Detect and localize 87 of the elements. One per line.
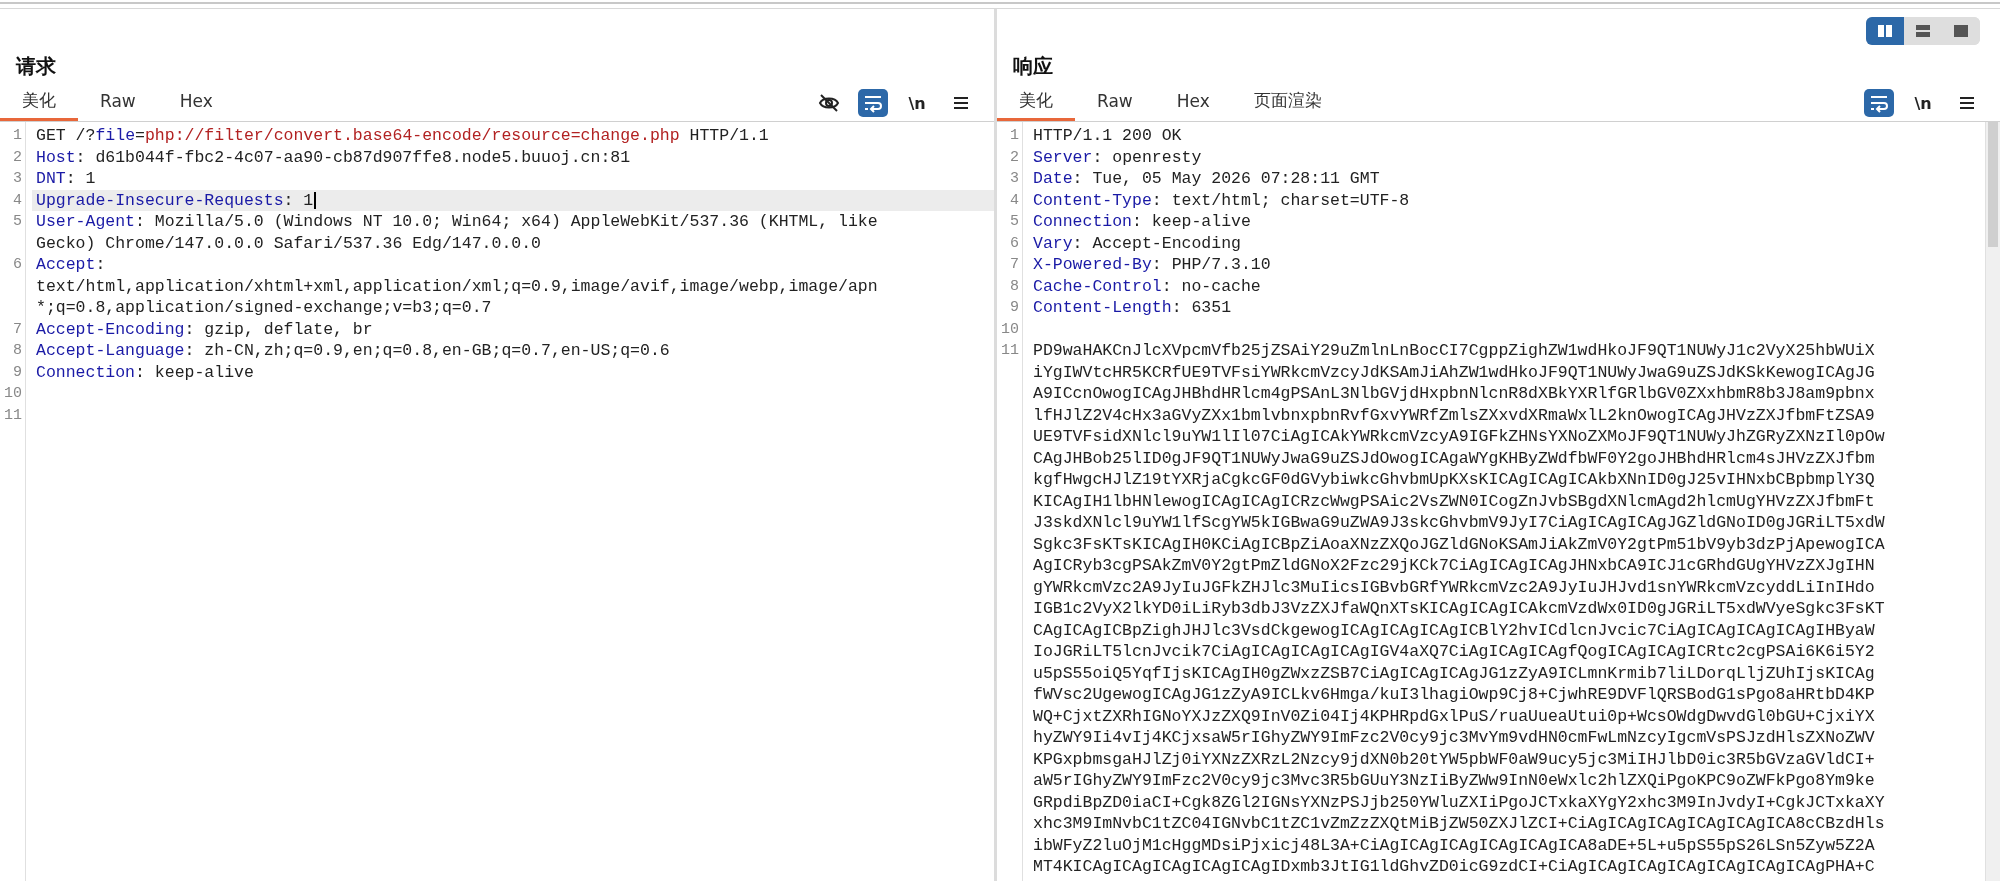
- code-line: Cache-Control: no-cache: [1033, 275, 1261, 297]
- code-line: Host: d61b044f-fbc2-4c07-aa90-cb87d907ffe8.node5.buuoj.cn:81: [36, 146, 631, 168]
- code-line: xhc3M9ImNvbC1tZC04IGNvbC1tZC1vZmZzZXQtMiBjZW50ZXJlZCI+CiAgICAgICAgICAgICAgICA8cCBzdHls: [1033, 813, 1885, 835]
- code-line: kgfHwgcHJlZ19tYXRjaCgkcGF0dGVybiwkcGhvbmUpKXsKICAgICAgICAkbXNnID0gJ25vIHNxbCBpbmplY3Q: [1033, 469, 1875, 491]
- code-line: KICAgIH1lbHNlewogICAgICAgICRzcWwgPSAic2VsZWN0ICogZnJvbSBgdXNlcmAgd2hlcmUgYHVzZXJfbmFt: [1033, 490, 1875, 512]
- view-tab[interactable]: 页面渲染: [1231, 83, 1344, 121]
- code-line: CAgICAgICBpZighJHJlc3VsdCkgewogICAgICAgICAgICBlY2hvICdlcnJvcic7CiAgICAgICAgICAgIHByaW: [1033, 619, 1875, 641]
- columns-icon: [1877, 24, 1893, 38]
- code-line: Date: Tue, 05 May 2026 07:28:11 GMT: [1033, 168, 1380, 190]
- code-line: IoJGRiLT5lcnJvcik7CiAgICAgICAgICAgIGV4aXQ7CiAgICAgICAgfQogICAgICAgICRtc2cgPSAi6K6i5Y2: [1033, 641, 1875, 663]
- code-line: Accept-Encoding: gzip, deflate, br: [36, 318, 373, 340]
- line-number: 2: [12, 147, 23, 168]
- code-line: A9ICcnOwogICAgJHBhdHRlcm4gPSAnL3NlbGVjdHxpbnNlcnR8dXBkYXRlfGRlbGV0ZXxhbmR8b3J8am9pbnx: [1033, 383, 1875, 405]
- code-line: lfHJlZ2V4cHx3aGVyZXx1bmlvbnxpbnRvfGxvYWRfZmlsZXxvdXRmaWxlL2knOwogICAgJHVzZXJfbmFtZSA9: [1033, 404, 1875, 426]
- word-wrap-button[interactable]: [1864, 89, 1894, 117]
- wrap-icon: [1868, 93, 1890, 113]
- code-line: Sgkc3FsKTsKICAgIH0KCiAgICBpZiAoaXNzZXQoJGZldGNoKSAmJiAkZmV0Y2gtPm51bV9yb3dzPjApewogICA: [1033, 533, 1885, 555]
- code-line: CAgJHBob25lID0gJF9QT1NUWyJwaG9uZSJdOwogICAgaWYgKHByZWdfbWF0Y2goJHBhdHRlcm4sJHVzZXJfbm: [1033, 447, 1875, 469]
- line-number: 10: [1000, 319, 1020, 340]
- line-number: 4: [12, 190, 23, 211]
- line-number: 1: [1009, 126, 1020, 146]
- line-number: 8: [12, 341, 23, 361]
- line-number: 4: [1009, 190, 1020, 211]
- code-line: ibWFyZ2luOjM1cHggMDsiPjxicj48L3A+CiAgICAgICAgICAgICAgICA8aDE+5L+u5pS55pS26LSn5Zyw5Z2A: [1033, 834, 1875, 856]
- code-line: Upgrade-Insecure-Requests: 1: [36, 189, 314, 211]
- panel-title: 请求: [16, 53, 57, 79]
- code-line: J3skdXNlcl9uYW1lfScgYW5kIGBwaG9uZWA9J3skcGhvbmV9JyI7CiAgICAgICAgJGZldGNoID0gJGRiLT5xdW: [1033, 512, 1885, 534]
- line-number: 9: [12, 362, 23, 383]
- columns-layout-button[interactable]: [1866, 17, 1904, 45]
- code-line: DNT: 1: [36, 168, 96, 190]
- single-pane-icon: [1953, 24, 1969, 38]
- scrollbar[interactable]: [1985, 122, 2000, 881]
- code-line: X-Powered-By: PHP/7.3.10: [1033, 254, 1271, 276]
- panel-title: 响应: [1013, 53, 1054, 79]
- code-line: WQ+CjxtZXRhIGNoYXJzZXQ9InV0Zi04Ij4KPHRpdGxlPuS/ruaUueaUtui0p+WcsOWdgDwvdGl0bGU+CjxiYX: [1033, 705, 1875, 727]
- code-line: PD9waHAKCnJlcXVpcmVfb25jZSAiY29uZmlnLnBocCI7CgppZighZW1wdHkoJF9QT1NUWyJ1c2VyX25hbWUiX: [1033, 340, 1875, 362]
- line-number: 3: [1009, 169, 1020, 189]
- code-line: *;q=0.8,application/signed-exchange;v=b3;q=0.7: [36, 297, 492, 319]
- text-cursor: [314, 191, 317, 209]
- newline-button[interactable]: \n: [902, 89, 932, 117]
- newline-button[interactable]: \n: [1908, 89, 1938, 117]
- code-line: Content-Type: text/html; charset=UTF-8: [1033, 189, 1410, 211]
- code-line: u5pS55oiQ5YqfIjsKICAgIH0gZWxzZSB7CiAgICAgICAgJG1zZyA9ICLmnKrmib7liLDorqLljZUhIjsKICAg: [1033, 662, 1875, 684]
- code-line: GET /?file=php://filter/convert.base64-encode/resource=change.php HTTP/1.1: [36, 125, 769, 147]
- code-line: Gecko) Chrome/147.0.0.0 Safari/537.36 Edg/147.0.0.0: [36, 232, 541, 254]
- view-tab[interactable]: Hex: [157, 83, 235, 121]
- line-number: 11: [3, 405, 23, 426]
- code-line: gYWRkcmVzc2A9JyIuJGFkZHJlc3MuIicsIGBvbGRfYWRkcmVzc2A9JyIuJHJvd1snYWRkcmVzcyddLiInIHdo: [1033, 576, 1875, 598]
- code-line: Vary: Accept-Encoding: [1033, 232, 1241, 254]
- line-number: 10: [3, 384, 23, 404]
- line-number: 3: [12, 169, 23, 189]
- code-line: iYgIWVtcHR5KCRfUE9TVFsiYWRkcmVzcyJdKSAmJiAhZW1wdHkoJF9QT1NUWyJwaG9uZSJdKSkKewogICAgJG: [1033, 361, 1875, 383]
- code-line: Connection: keep-alive: [36, 361, 254, 383]
- code-line: IGB1c2VyX2lkYD0iLiRyb3dbJ3VzZXJfaWQnXTsKICAgICAgICAkcmVzdWx0ID0gJGRiLT5xdWVyeSgkc3FsKT: [1033, 598, 1885, 620]
- word-wrap-button[interactable]: [858, 89, 888, 117]
- line-number: 1: [12, 126, 23, 146]
- code-line: AgICRyb3cgPSAkZmV0Y2gtPmZldGNoX2Fzc29jKCk7CiAgICAgICAgJHNxbCA9ICJ1cGRhdGUgYHVzZXJgIHN: [1033, 555, 1875, 577]
- code-line: hyZWY9Ii4vIj4KCjxsaW5rIGhyZWY9ImFzc2V0cy9jc3MvYm9vdHN0cmFwLmNzcyIgcmVsPSJzdHlsZXNoZWV: [1033, 727, 1875, 749]
- code-line: Accept-Language: zh-CN,zh;q=0.9,en;q=0.8,en-GB;q=0.7,en-US;q=0.6: [36, 340, 670, 362]
- line-number: 2: [1009, 147, 1020, 168]
- code-line: HTTP/1.1 200 OK: [1033, 125, 1182, 147]
- code-line: Accept:: [36, 254, 106, 276]
- code-line: aW5rIGhyZWY9ImFzc2V0cy9jc3Mvc3R5bGUuY3NzIiByZWw9InN0eWxlc2hlZXQiPgoKPC9oZWFkPgo8Ym9ke: [1033, 770, 1875, 792]
- rows-icon: [1915, 24, 1931, 38]
- line-number: 9: [1009, 298, 1020, 318]
- line-number: 6: [1009, 233, 1020, 254]
- code-line: UE9TVFsidXNlcl9uYW1lIl07CiAgICAkYWRkcmVzcyA9IGFkZHNsYXNoZXMoJF9QT1NUWyJhZGRyZXNzIl0pOw: [1033, 426, 1885, 448]
- line-number: 11: [1000, 341, 1020, 361]
- line-number: 5: [12, 212, 23, 232]
- code-line: text/html,application/xhtml+xml,application/xml;q=0.9,image/avif,image/webp,image/apn: [36, 275, 878, 297]
- line-number: 7: [1009, 255, 1020, 275]
- code-line: Content-Length: 6351: [1033, 297, 1232, 319]
- line-number: 8: [1009, 276, 1020, 297]
- code-line: GRpdiBpZD0iaCI+Cgk8ZGl2IGNsYXNzPSJjb250YWluZXIiPgoJCTxkaXYgY2xhc3M9InJvdyI+CgkJCTxkaXY: [1033, 791, 1885, 813]
- code-line: Server: openresty: [1033, 146, 1202, 168]
- code-line: Connection: keep-alive: [1033, 211, 1251, 233]
- wrap-icon: [862, 93, 884, 113]
- view-tab[interactable]: Raw: [1075, 83, 1155, 121]
- line-number: 5: [1009, 212, 1020, 232]
- line-number: 7: [12, 319, 23, 340]
- view-tab[interactable]: Hex: [1154, 83, 1232, 121]
- code-line: MT4KICAgICAgICAgICAgICAgIDxmb3JtIG1ldGhvZD0icG9zdCI+CiAgICAgICAgICAgICAgICAgICAgPHA+C: [1033, 856, 1875, 878]
- view-tab[interactable]: Raw: [78, 83, 158, 121]
- code-line: KPGxpbmsgaHJlZj0iYXNzZXRzL2Nzcy9jdXN0b20tYW5pbWF0aW9ucy5jc3MiIHJlbD0ic3R5bGVzaGVldCI+: [1033, 748, 1875, 770]
- line-number: 6: [12, 255, 23, 275]
- code-line: fWVsc2UgewogICAgJG1zZyA9ICLkv6Hmga/kuI3lhagiOwp9Cj8+CjwhRE9DVFlQRSBodG1sPgo8aHRtbD4KP: [1033, 684, 1875, 706]
- code-line: User-Agent: Mozilla/5.0 (Windows NT 10.0; Win64; x64) AppleWebKit/537.36 (KHTML, like: [36, 211, 878, 233]
